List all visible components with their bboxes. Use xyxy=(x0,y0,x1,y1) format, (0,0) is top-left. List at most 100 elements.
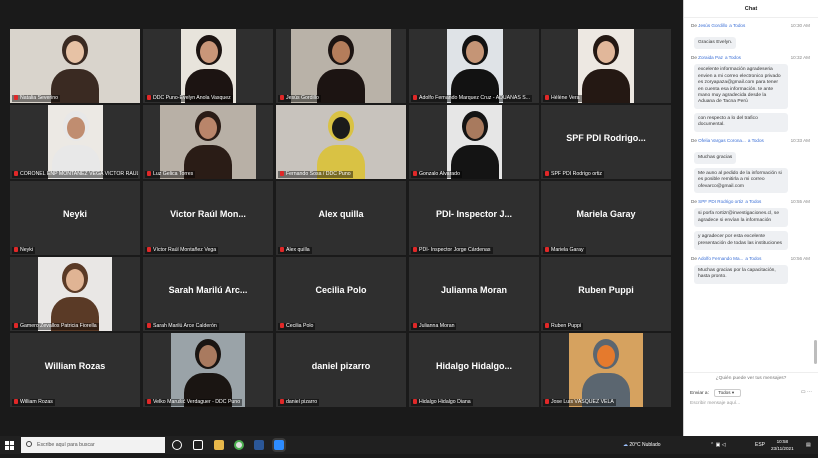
muted-mic-icon xyxy=(413,323,417,329)
participant-tile[interactable]: William Rozas William Rozas xyxy=(10,333,140,407)
chat-message-header: De SPF PDI Rodrigo ortiz a Todos 10:55 AM xyxy=(691,199,818,204)
file-explorer-icon[interactable] xyxy=(214,440,224,450)
participant-video xyxy=(569,333,643,407)
chat-scrollbar[interactable] xyxy=(814,340,817,364)
muted-mic-icon xyxy=(14,399,18,405)
sender-name[interactable]: SPF PDI Rodrigo ortiz xyxy=(698,199,743,204)
taskbar-search-input[interactable]: Escribe aquí para buscar xyxy=(21,437,165,453)
participant-tile[interactable]: Adolfo Fernando Marquez Cruz - ADUANAS S… xyxy=(409,29,539,103)
participant-name-label: Hélène Vera xyxy=(543,95,582,102)
sender-name[interactable]: Adolfo Fernando Ma... xyxy=(698,256,743,261)
sender-name[interactable]: Zoraida Paz xyxy=(698,55,723,60)
participant-name-label: SPF PDI Rodrigo ortiz xyxy=(543,171,605,178)
participant-tile[interactable]: daniel pizarro daniel pizarro xyxy=(276,333,406,407)
participant-tile[interactable]: PDI- Inspector J... PDI- Inspector Jorge … xyxy=(409,181,539,255)
participant-name-label: William Rozas xyxy=(12,399,55,406)
participant-tile[interactable]: Luz Gelica Torres xyxy=(143,105,273,179)
participant-name: Sarah Marilú Arce Calderón xyxy=(153,323,217,329)
send-to-row: Enviar a: Todos ▾ ▭ ⋯ xyxy=(690,389,818,397)
participant-video xyxy=(447,29,503,103)
participant-name: Hidalgo Hidalgo Diana xyxy=(419,399,471,405)
message-time: 10:32 AM xyxy=(790,55,810,61)
participant-tile[interactable]: Hidalgo Hidalgo... Hidalgo Hidalgo Diana xyxy=(409,333,539,407)
participant-display-name: Cecilia Polo xyxy=(315,285,367,295)
participant-tile[interactable]: Jesús Gordillo xyxy=(276,29,406,103)
participant-display-name: Mariela Garay xyxy=(576,209,636,219)
participant-name-label: Alex quilla xyxy=(278,247,312,254)
participant-tile[interactable]: CORONEL ENP MONTAÑEZ VEGA VÍCTOR RAÚL xyxy=(10,105,140,179)
chrome-icon[interactable] xyxy=(234,440,244,450)
participant-body xyxy=(317,69,365,103)
participant-name-label: Víctor Raúl Montañez Vega xyxy=(145,247,219,254)
participant-display-name: Julianna Moran xyxy=(440,285,507,295)
volume-icon[interactable]: ◁ xyxy=(722,442,726,448)
message-time: 10:56 AM xyxy=(790,255,810,261)
participant-tile[interactable]: SPF PDI Rodrigo... SPF PDI Rodrigo ortiz xyxy=(541,105,671,179)
participant-display-name: William Rozas xyxy=(44,361,106,371)
tray-chevron-icon[interactable]: ⌃ xyxy=(710,442,714,448)
chat-message-input[interactable]: Escribir mensaje aquí... xyxy=(690,401,812,406)
participant-tile[interactable]: Gonzalo Alvarado xyxy=(409,105,539,179)
muted-mic-icon xyxy=(280,399,284,405)
chat-message-bubble: excelente información agradeseria envien… xyxy=(694,64,788,109)
participant-video xyxy=(160,105,256,179)
participant-tile[interactable]: Gamero Zevallos Patricia Fiorella xyxy=(10,257,140,331)
notifications-icon[interactable]: ▤ xyxy=(806,436,811,454)
sender-name[interactable]: Ofelia Vargas Corona... xyxy=(698,138,746,143)
participant-tile[interactable]: Jose Luis VÁSQUEZ VELA xyxy=(541,333,671,407)
participant-name-label: Gamero Zevallos Patricia Fiorella xyxy=(12,323,99,330)
participant-name-label: Natalia Severino xyxy=(12,95,61,102)
weather-widget[interactable]: ☁ 20°C Nublado xyxy=(623,436,661,454)
clock[interactable]: 10:58 23/11/2021 xyxy=(771,438,794,456)
participant-name-label: Neyki xyxy=(12,247,35,254)
chat-message-bubble: Muchas gracias por la capacitación, hast… xyxy=(694,264,788,284)
windows-start-icon[interactable] xyxy=(5,436,14,454)
participant-name-label: DDC Puno-Evelyn Anola Vasquez xyxy=(145,95,233,102)
message-time: 10:33 AM xyxy=(790,137,810,143)
participant-tile[interactable]: Mariela Garay Mariela Garay xyxy=(541,181,671,255)
network-icon[interactable]: ▣ xyxy=(716,442,721,448)
participant-tile[interactable]: DDC Puno-Evelyn Anola Vasquez xyxy=(143,29,273,103)
participant-face xyxy=(199,41,218,63)
chat-message-header: De Ofelia Vargas Corona... a Todos 10:33 A… xyxy=(691,138,818,143)
participant-tile[interactable]: Neyki Neyki xyxy=(10,181,140,255)
send-to-value: Todos xyxy=(718,390,731,395)
participant-name: Velko Marušić Verdaguer - DDC Puno xyxy=(153,399,241,405)
send-to-label: Enviar a: xyxy=(690,391,709,396)
file-icon[interactable]: ▭ xyxy=(801,389,806,395)
task-switch-icon[interactable] xyxy=(193,440,203,450)
chat-messages[interactable]: De Jesús Gordillo a Todos 10:30 AM Gracias … xyxy=(684,19,818,371)
participant-name: Jesús Gordillo xyxy=(286,95,319,101)
participant-face xyxy=(66,117,85,139)
participant-tile[interactable]: Sarah Marilú Arc... Sarah Marilú Arce Cal… xyxy=(143,257,273,331)
task-view-icon[interactable] xyxy=(172,440,182,450)
who-can-see-link[interactable]: ¿Quién puede ver tus mensajes? xyxy=(684,376,818,381)
sender-name[interactable]: Jesús Gordillo xyxy=(698,23,727,28)
participant-name: William Rozas xyxy=(20,399,53,405)
participant-tile[interactable]: Fernando Sosa / DDC Puno xyxy=(276,105,406,179)
participant-tile[interactable]: Velko Marušić Verdaguer - DDC Puno xyxy=(143,333,273,407)
participant-name: Neyki xyxy=(20,247,33,253)
participant-name: Fernando Sosa / DDC Puno xyxy=(286,171,351,177)
participant-face xyxy=(66,269,84,291)
participant-tile[interactable]: Julianna Moran Julianna Moran xyxy=(409,257,539,331)
zoom-icon[interactable] xyxy=(274,440,284,450)
participant-display-name: SPF PDI Rodrigo... xyxy=(566,133,646,143)
participant-tile[interactable]: Victor Raúl Mon... Víctor Raúl Montañez V… xyxy=(143,181,273,255)
participant-tile[interactable]: Hélène Vera xyxy=(541,29,671,103)
system-tray[interactable]: ⌃ ▣ ◁ xyxy=(710,436,726,454)
send-to-dropdown[interactable]: Todos ▾ xyxy=(714,389,742,397)
recipient: a Todos xyxy=(745,199,762,205)
muted-mic-icon xyxy=(545,399,549,405)
language-indicator[interactable]: ESP xyxy=(755,436,765,454)
participant-tile[interactable]: Alex quilla Alex quilla xyxy=(276,181,406,255)
muted-mic-icon xyxy=(413,399,417,405)
participant-tile[interactable]: Natalia Severino xyxy=(10,29,140,103)
participant-tile[interactable]: Ruben Puppi Ruben Puppi xyxy=(541,257,671,331)
participant-video xyxy=(291,29,391,103)
participant-name-label: Velko Marušić Verdaguer - DDC Puno xyxy=(145,399,243,406)
more-icon[interactable]: ⋯ xyxy=(807,389,812,395)
word-icon[interactable] xyxy=(254,440,264,450)
zoom-window: Natalia Severino DDC Puno-Evelyn Anola Va… xyxy=(0,0,818,436)
participant-tile[interactable]: Cecilia Polo Cecilia Polo xyxy=(276,257,406,331)
